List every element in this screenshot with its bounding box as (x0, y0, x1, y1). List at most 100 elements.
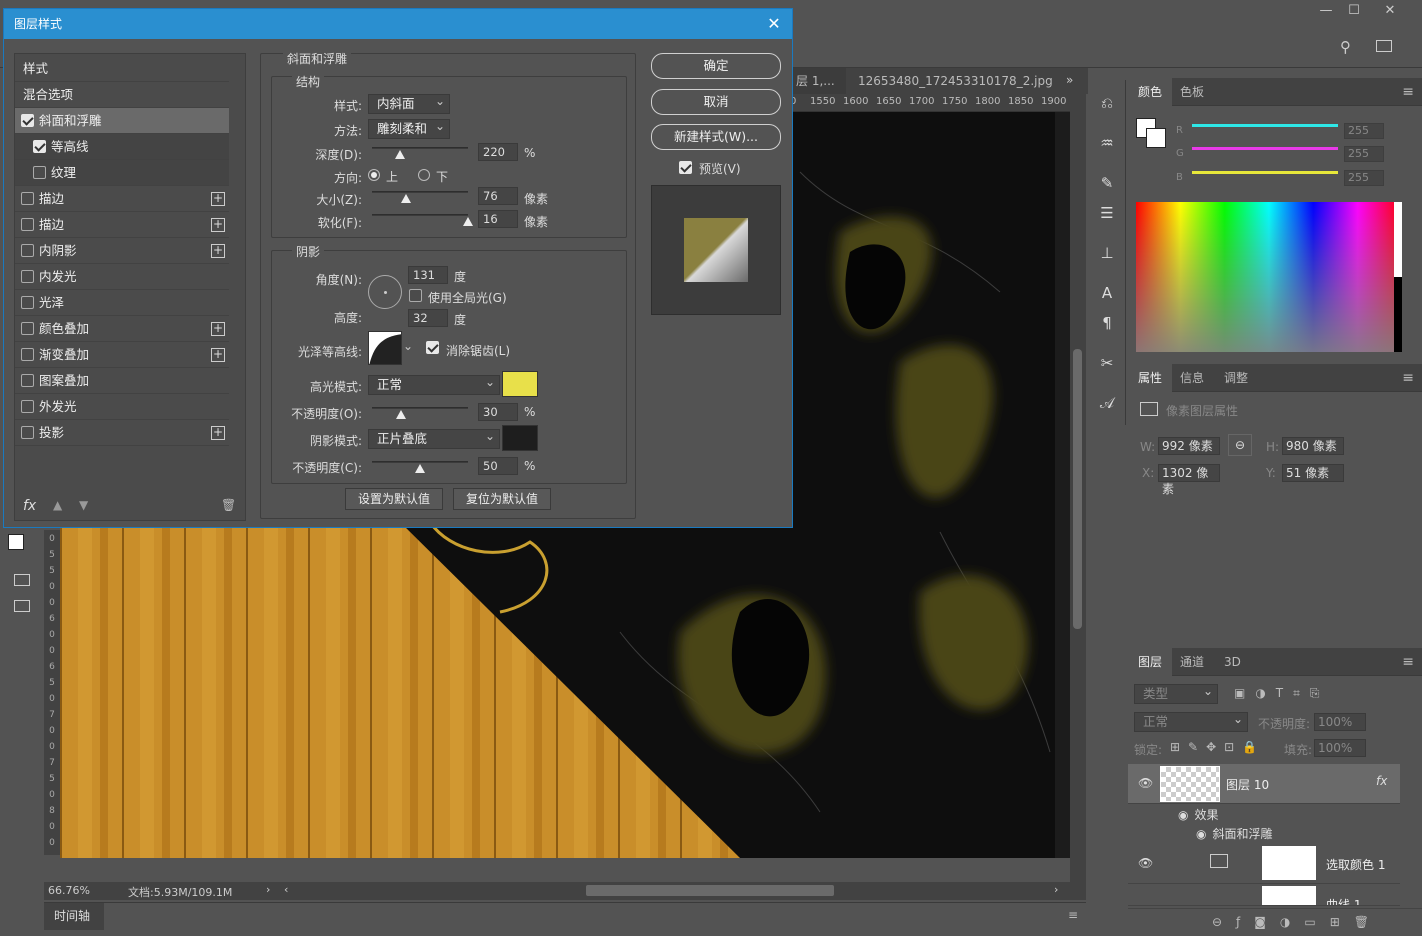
style-item-checkbox[interactable] (21, 192, 34, 205)
layer-name[interactable]: 选取颜色 1 (1326, 856, 1385, 873)
quick-mask-icon[interactable] (14, 574, 30, 586)
add-effect-icon[interactable]: + (211, 426, 225, 440)
style-item-checkbox[interactable] (21, 374, 34, 387)
style-item-checkbox[interactable] (33, 140, 46, 153)
opacity-input[interactable]: 100% (1314, 713, 1366, 731)
depth-slider-thumb[interactable] (394, 150, 405, 159)
foreground-color-swatch[interactable] (8, 534, 24, 550)
cancel-button[interactable]: 取消 (651, 89, 781, 115)
ok-button[interactable]: 确定 (651, 53, 781, 79)
global-light-checkbox[interactable] (409, 289, 422, 302)
soften-slider-thumb[interactable] (463, 217, 473, 226)
fill-input[interactable]: 100% (1314, 739, 1366, 757)
layer-row-selective-color[interactable]: 👁 选取颜色 1 (1128, 844, 1400, 884)
reset-default-button[interactable]: 复位为默认值 (453, 488, 551, 510)
x-input[interactable]: 1302 像素 (1158, 464, 1220, 496)
history-icon[interactable]: ⎌ (1098, 94, 1116, 112)
highlight-mode-select[interactable]: 正常 (368, 373, 500, 395)
soften-input[interactable]: 16 (478, 210, 518, 228)
delete-icon[interactable]: 🗑 (221, 498, 236, 512)
shadow-opacity-slider[interactable] (372, 461, 468, 463)
visibility-eye-icon[interactable]: 👁 (1138, 856, 1153, 870)
style-item[interactable]: 投影 + (15, 420, 229, 446)
r-track[interactable] (1192, 124, 1338, 127)
style-item-checkbox[interactable] (21, 296, 34, 309)
dialog-titlebar[interactable]: 图层样式 (4, 9, 792, 39)
hscroll-thumb[interactable] (586, 885, 834, 896)
spectrum-black[interactable] (1394, 277, 1402, 352)
size-input[interactable]: 76 (478, 187, 518, 205)
tab-document-1[interactable]: 层 1,... (786, 68, 846, 94)
angle-input[interactable]: 131 (408, 266, 448, 284)
bevel-effect-row[interactable]: ◉ 斜面和浮雕 (1196, 825, 1273, 842)
antialias-checkbox[interactable] (426, 341, 439, 354)
brush-icon[interactable]: ✎ (1098, 174, 1116, 192)
add-effect-icon[interactable]: + (211, 322, 225, 336)
adjust-icon[interactable]: ☰ (1098, 204, 1116, 222)
shadow-mode-select[interactable]: 正片叠底 (368, 427, 500, 449)
g-value[interactable]: 255 (1344, 146, 1384, 162)
layer-row-layer10[interactable]: 👁 图层 10 fx (1128, 764, 1400, 804)
style-item[interactable]: 颜色叠加 + (15, 316, 229, 342)
move-up-icon[interactable]: ▲ (53, 498, 62, 512)
add-effect-icon[interactable]: + (211, 244, 225, 258)
status-menu-icon[interactable]: › (266, 883, 270, 896)
g-track[interactable] (1192, 147, 1338, 150)
maximize-button[interactable]: ☐ (1338, 0, 1370, 22)
tab-properties[interactable]: 属性 (1128, 364, 1173, 392)
tab-info[interactable]: 信息 (1170, 364, 1214, 392)
size-slider-thumb[interactable] (400, 194, 411, 203)
tab-swatches[interactable]: 色板 (1170, 78, 1214, 106)
timeline-menu-icon[interactable]: ≡ (1068, 908, 1078, 922)
style-item[interactable]: 内阴影 + (15, 238, 229, 264)
style-item[interactable]: 等高线 (15, 134, 229, 160)
layers-footer-icons[interactable]: ⊖ƒ◙◑▭⊞🗑 (1128, 908, 1422, 936)
styles-header[interactable]: 样式 (15, 56, 229, 82)
tab-overflow-icon[interactable]: » (1066, 73, 1073, 87)
style-item[interactable]: 内发光 (15, 264, 229, 290)
tools-icon[interactable]: ✂ (1098, 354, 1116, 372)
spectrum-white[interactable] (1394, 202, 1402, 277)
bevel-eye-icon[interactable]: ◉ (1196, 827, 1206, 841)
workspace-icon[interactable] (1376, 40, 1392, 52)
link-icon[interactable]: ⊖ (1228, 434, 1252, 456)
shadow-opacity-thumb[interactable] (415, 464, 425, 473)
contour-dropdown-icon[interactable]: ⌄ (403, 339, 413, 353)
highlight-opacity-slider[interactable] (372, 407, 468, 409)
style-item[interactable]: 光泽 (15, 290, 229, 316)
highlight-opacity-thumb[interactable] (395, 410, 406, 419)
glyphs-icon[interactable]: 𝒜 (1098, 394, 1116, 412)
direction-up-radio[interactable] (368, 169, 380, 181)
close-app-button[interactable]: ✕ (1374, 0, 1406, 22)
style-item-checkbox[interactable] (21, 244, 34, 257)
altitude-input[interactable]: 32 (408, 309, 448, 327)
add-effect-icon[interactable]: + (211, 192, 225, 206)
style-item[interactable]: 外发光 (15, 394, 229, 420)
y-input[interactable]: 51 像素 (1282, 464, 1344, 482)
style-item[interactable]: 描边 + (15, 186, 229, 212)
tab-color[interactable]: 颜色 (1128, 78, 1173, 106)
blend-options-item[interactable]: 混合选项 (15, 82, 229, 108)
color-panel-menu-icon[interactable]: ≡ (1402, 84, 1414, 100)
layer-name[interactable]: 图层 10 (1226, 776, 1269, 793)
layers-menu-icon[interactable]: ≡ (1402, 654, 1414, 670)
b-track[interactable] (1192, 171, 1338, 174)
style-item[interactable]: 图案叠加 (15, 368, 229, 394)
style-item[interactable]: 纹理 (15, 160, 229, 186)
style-item-checkbox[interactable] (21, 270, 34, 283)
filter-icons[interactable]: ▣◑T⌗⎘ (1234, 686, 1330, 701)
new-style-button[interactable]: 新建样式(W)... (651, 124, 781, 150)
zoom-level[interactable]: 66.76% (48, 884, 90, 897)
screen-mode-icon[interactable] (14, 600, 30, 612)
tab-layers[interactable]: 图层 (1128, 648, 1173, 676)
style-item-checkbox[interactable] (21, 426, 34, 439)
scrollbar-thumb[interactable] (1073, 349, 1082, 629)
bg-color-chip[interactable] (1146, 128, 1166, 148)
b-value[interactable]: 255 (1344, 170, 1384, 186)
direction-down-radio[interactable] (418, 169, 430, 181)
dialog-close-button[interactable]: ✕ (762, 9, 786, 39)
visibility-eye-icon[interactable]: 👁 (1138, 776, 1153, 790)
tab-3d[interactable]: 3D (1214, 648, 1251, 676)
gloss-contour-picker[interactable] (368, 331, 402, 365)
blend-mode-select[interactable]: 正常 (1134, 710, 1248, 732)
